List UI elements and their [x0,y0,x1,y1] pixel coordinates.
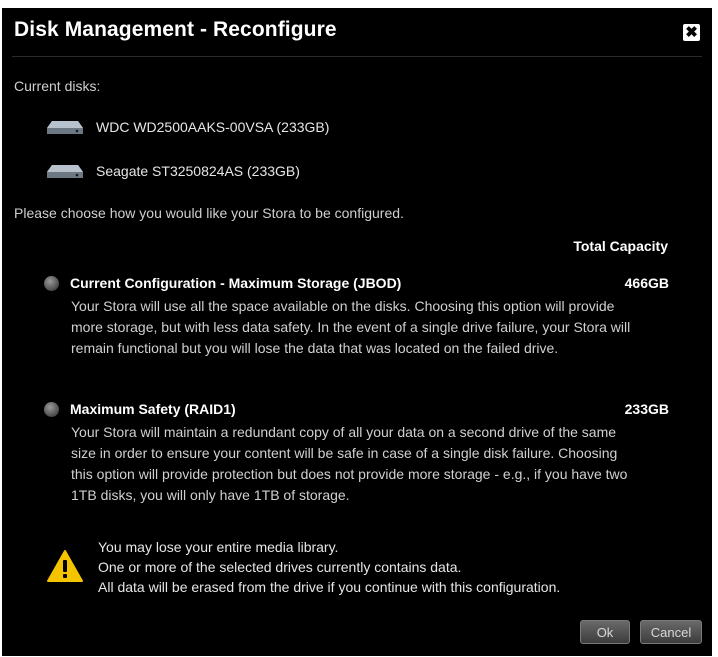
current-disks-label: Current disks: [14,78,101,94]
close-icon: ✖ [685,24,698,41]
hard-drive-icon [47,121,83,134]
warning-message: You may lose your entire media library. … [98,537,560,597]
reconfigure-dialog: Disk Management - Reconfigure ✖ Current … [2,8,712,656]
warning-line: One or more of the selected drives curre… [98,559,462,575]
cancel-button[interactable]: Cancel [640,620,702,644]
option-raid1: Maximum Safety (RAID1) 233GB Your Stora … [44,399,669,506]
jbod-radio[interactable] [44,275,59,291]
close-button[interactable]: ✖ [683,24,700,41]
warning-line: All data will be erased from the drive i… [98,579,561,595]
option-description: Your Stora will use all the space availa… [71,298,631,356]
ok-button[interactable]: Ok [580,620,630,644]
dialog-title: Disk Management - Reconfigure [14,18,337,41]
disk-name: Seagate ST3250824AS (233GB) [96,163,300,179]
option-jbod: Current Configuration - Maximum Storage … [44,273,669,359]
option-capacity: 466GB [624,275,669,291]
disk-name: WDC WD2500AAKS-00VSA (233GB) [96,119,330,135]
hard-drive-icon [47,165,83,178]
total-capacity-header: Total Capacity [573,238,668,254]
disk-item: WDC WD2500AAKS-00VSA (233GB) [46,116,329,138]
raid1-radio[interactable] [44,401,59,417]
warning-line: You may lose your entire media library. [98,539,339,555]
configuration-prompt: Please choose how you would like your St… [14,205,404,221]
title-divider [12,56,702,57]
warning-icon [47,550,83,582]
option-description: Your Stora will maintain a redundant cop… [71,424,628,503]
option-title[interactable]: Current Configuration - Maximum Storage … [70,275,625,291]
option-title[interactable]: Maximum Safety (RAID1) [70,401,625,417]
disk-item: Seagate ST3250824AS (233GB) [46,160,300,182]
option-capacity: 233GB [624,401,669,417]
